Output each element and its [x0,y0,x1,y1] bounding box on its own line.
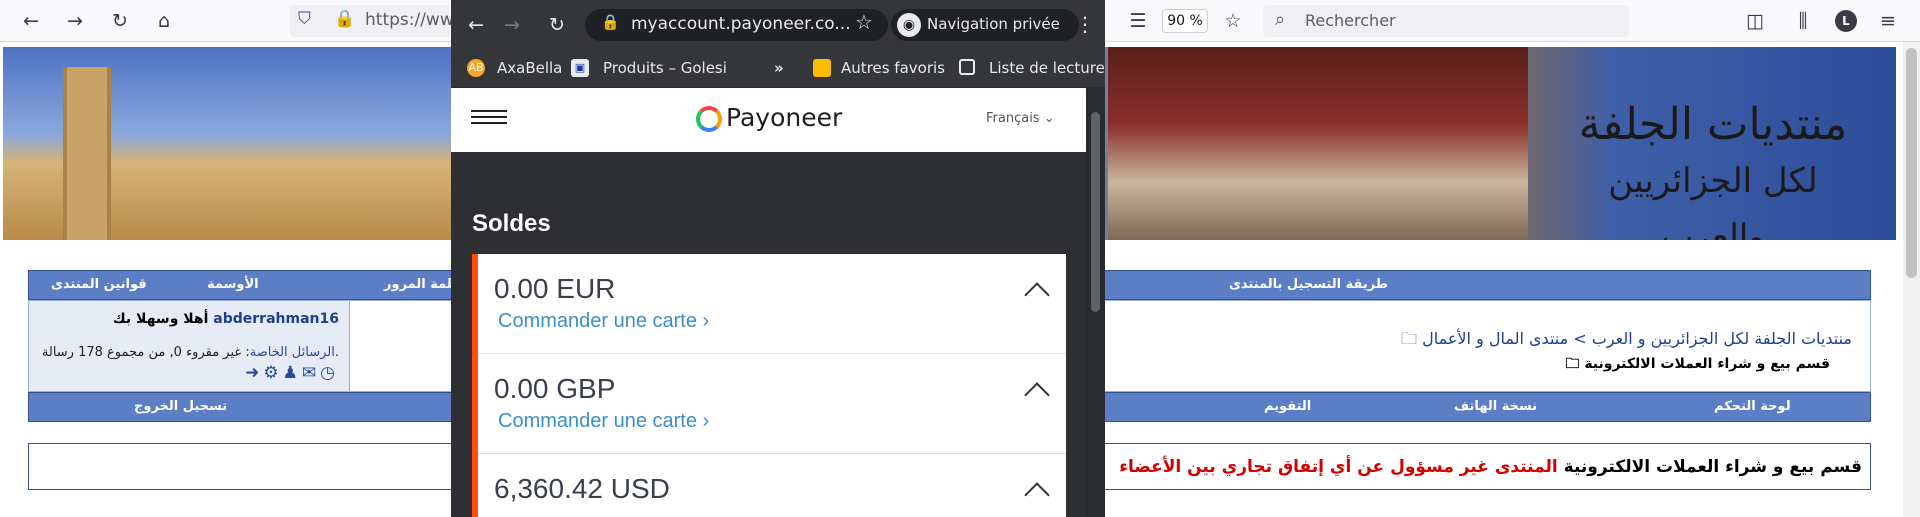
balance-card-eur[interactable]: 0.00 EUR Commander une carte › [472,254,1066,354]
order-card-link[interactable]: Commander une carte › [498,410,709,433]
nav-register-method[interactable]: طريقة التسجيل بالمنتدى [1229,277,1388,292]
balance-card-gbp[interactable]: 0.00 GBP Commander une carte › [472,354,1066,454]
welcome-title: أهلا وسهلا بك abderrahman16 [113,311,339,327]
bookmark-axabella[interactable]: AxaBella [497,59,562,77]
chevron-down-icon: ⌄ [1043,111,1055,126]
search-icon: ⌕ [1275,9,1286,30]
breadcrumb-trail: 🗀 منتديات الجلفة لكل الجزائريين و العرب … [1401,328,1852,355]
welcome-greeting: أهلا وسهلا بك [112,311,209,327]
language-label: Français [986,111,1040,126]
chevron-up-icon[interactable] [1024,282,1050,308]
golesi-icon: ▣ [571,59,589,77]
forum-logo-title: منتديات الجلفة [1578,99,1848,150]
chrome-url[interactable]: myaccount.payoneer.co... [631,14,851,34]
settings-icon[interactable]: ⚙ [263,363,282,383]
chevron-up-icon[interactable] [1024,382,1050,408]
forward-icon[interactable]: → [62,8,88,34]
payoneer-scrollbar-thumb[interactable] [1091,112,1100,312]
chevron-up-icon[interactable] [1024,482,1050,508]
private-messages-link[interactable]: الرسائل الخاصة [250,345,335,360]
account-avatar[interactable]: L [1835,10,1857,32]
breadcrumb-current-label: قسم بيع و شراء العملات الالكترونية [1584,356,1830,372]
bookmark-star-icon[interactable]: ☆ [855,10,873,34]
breadcrumb-section[interactable]: منتدى المال و الأعمال [1422,329,1568,348]
nav-mobile-version[interactable]: نسخة الهاتف [1454,399,1537,414]
nav-control-panel[interactable]: لوحة التحكم [1714,399,1791,414]
search-placeholder: Rechercher [1305,11,1396,30]
incognito-label: Navigation privée [927,15,1060,33]
back-icon[interactable]: ← [18,8,44,34]
reader-view-icon[interactable]: ☰ [1125,8,1151,34]
nav-logout[interactable]: تسجيل الخروج [134,399,227,414]
bookmark-other-favorites[interactable]: Autres favoris [841,59,945,77]
breadcrumb-folder-icon: 🗀 [1401,329,1418,348]
minaret-image [63,67,111,240]
notice-section-name: قسم بيع و شراء العملات الالكترونية [1563,457,1862,477]
chrome-toolbar: ← → ↻ 🔒 myaccount.payoneer.co... ☆ ◉ Nav… [451,0,1105,50]
balance-amount: 0.00 GBP [494,373,616,404]
welcome-box: أهلا وسهلا بك abderrahman16 الرسائل الخا… [28,300,350,392]
balance-amount: 6,360.42 USD [494,473,670,504]
welcome-username[interactable]: abderrahman16 [213,311,339,327]
language-selector[interactable]: Français ⌄ [986,111,1055,126]
chrome-menu-icon[interactable]: ⋮ [1075,12,1095,36]
zoom-level[interactable]: 90 % [1162,9,1208,33]
library-icon[interactable]: ⫼ [1790,8,1816,34]
nav-password[interactable]: كلمة المرور [384,277,460,292]
clock-icon[interactable]: ◷ [320,363,339,383]
firefox-search-box[interactable]: ⌕ Rechercher [1263,5,1629,37]
chrome-bookmarks-bar: AB AxaBella ▣ Produits – Golesi » Autres… [451,50,1105,88]
home-icon[interactable]: ⌂ [151,8,177,34]
chrome-back-icon[interactable]: ← [463,12,489,38]
payoneer-header: Payoneer Français ⌄ [451,88,1086,152]
payoneer-brand: Payoneer [726,103,843,132]
chrome-forward-icon[interactable]: → [499,12,525,38]
reload-icon[interactable]: ↻ [107,8,133,34]
folder-icon [813,59,831,77]
notice-disclaimer: المنتدى غير مسؤول عن أي إتفاق تجاري بين … [1119,457,1558,477]
payoneer-logo-icon [696,106,722,132]
lock-icon[interactable]: 🔒 [601,13,620,31]
bookmark-star-icon[interactable]: ☆ [1220,8,1246,34]
app-menu-icon[interactable]: ≡ [1875,8,1901,34]
forum-notice-text: قسم بيع و شراء العملات الالكترونية المنت… [1119,457,1862,477]
page-scrollbar-thumb[interactable] [1906,48,1917,278]
breadcrumb-current: 🗀 قسم بيع و شراء العملات الالكترونية [1565,353,1830,377]
lock-icon: 🔒 [334,9,356,29]
incognito-icon: ◉ [897,13,921,37]
private-messages-status: الرسائل الخاصة: غير مقروء 0, من مجموع 17… [42,345,339,360]
chrome-incognito-window: ← → ↻ 🔒 myaccount.payoneer.co... ☆ ◉ Nav… [451,0,1105,517]
bookmark-reading-list[interactable]: Liste de lecture [989,59,1105,77]
order-card-link[interactable]: Commander une carte › [498,310,709,333]
breadcrumb-separator: > [1573,329,1587,348]
balance-card-usd[interactable]: 6,360.42 USD [472,454,1066,517]
shield-icon[interactable]: ⛉ [298,9,311,29]
hamburger-menu-icon[interactable] [471,106,507,132]
tent-scene-image [1108,47,1528,240]
bookmark-golesi[interactable]: Produits – Golesi [603,59,727,77]
logout-icon[interactable]: ➜ [245,363,263,383]
axabella-icon: AB [467,59,485,77]
user-actions: ➜⚙♟✉◷ [245,363,339,383]
nav-medals[interactable]: الأوسمة [207,277,259,292]
breadcrumb-root[interactable]: منتديات الجلفة لكل الجزائريين و العرب [1592,329,1852,348]
breadcrumb-folder-icon: 🗀 [1565,356,1580,372]
balances-title: Soldes [472,210,551,237]
forum-logo[interactable]: منتديات الجلفة لكل الجزائريين والعرب [1563,97,1863,240]
chat-icon[interactable]: ✉ [302,363,320,383]
payoneer-logo[interactable]: Payoneer [696,103,842,132]
bookmarks-overflow[interactable]: » [774,59,784,77]
add-friend-icon[interactable]: ♟ [283,363,302,383]
reading-list-icon [959,59,975,75]
balance-amount: 0.00 EUR [494,273,616,304]
forum-logo-subtitle: لكل الجزائريين والعرب [1608,161,1818,240]
chrome-reload-icon[interactable]: ↻ [544,12,570,38]
pocket-icon[interactable]: ◫ [1742,8,1768,34]
nav-calendar[interactable]: التقويم [1264,399,1311,414]
nav-rules[interactable]: قوانين المنتدى [51,277,147,292]
